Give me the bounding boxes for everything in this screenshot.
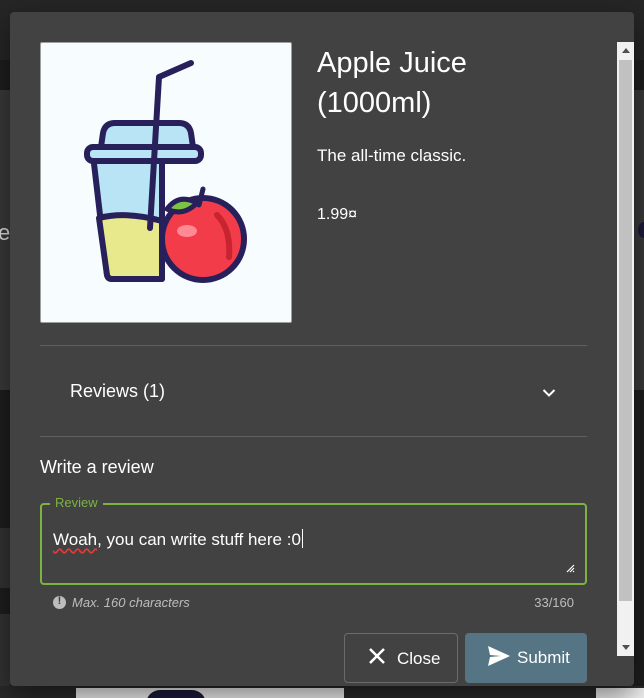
juice-cup-with-apple-icon <box>84 60 247 283</box>
submit-button[interactable]: Submit <box>465 633 587 683</box>
chevron-down-icon <box>542 389 556 397</box>
scroll-up-arrow-icon[interactable] <box>617 42 634 59</box>
divider <box>40 436 587 437</box>
info-icon <box>53 595 66 609</box>
product-image <box>40 42 292 323</box>
close-button[interactable]: Close <box>344 633 458 683</box>
character-counter: 33/160 <box>534 595 574 610</box>
scrollbar-thumb[interactable] <box>619 60 632 601</box>
dialog-content: Apple Juice (1000ml) The all-time classi… <box>10 12 616 686</box>
background-text-fragment: e <box>0 220 11 245</box>
review-textarea-value[interactable]: Woah, you can write stuff here :0 <box>53 529 303 550</box>
misspelled-word: Woah <box>53 530 98 549</box>
review-textarea[interactable]: Review Woah, you can write stuff here :0 <box>40 495 587 585</box>
reviews-expander[interactable]: Reviews (1) <box>40 346 587 436</box>
send-icon <box>488 646 510 666</box>
product-description: The all-time classic. <box>317 146 467 165</box>
write-review-heading: Write a review <box>40 457 154 477</box>
reviews-label: Reviews (1) <box>70 381 166 401</box>
product-price: 1.99¤ <box>317 206 358 223</box>
product-title: Apple Juice (1000ml) <box>317 47 467 119</box>
background-image-fragment <box>638 222 644 238</box>
review-field-label: Review <box>50 495 103 510</box>
product-dialog: Apple Juice (1000ml) The all-time classi… <box>10 12 634 686</box>
close-icon <box>369 648 385 664</box>
background-card-left-lower <box>0 528 10 588</box>
review-text-rest: , you can write stuff here :0 <box>97 530 301 549</box>
close-button-label: Close <box>397 649 441 668</box>
background-product-card <box>76 688 344 698</box>
background-product-card-2 <box>596 688 644 698</box>
dialog-scrollbar[interactable] <box>617 42 634 656</box>
text-caret <box>301 529 303 548</box>
background-card-left-bottom <box>0 614 10 686</box>
review-hint: Max. 160 characters <box>72 595 190 610</box>
submit-button-label: Submit <box>517 648 570 667</box>
review-hint-row: Max. 160 characters 33/160 <box>53 594 587 612</box>
background-card-right <box>634 90 644 390</box>
scroll-down-arrow-icon[interactable] <box>617 639 634 656</box>
resize-grip-icon[interactable] <box>566 564 575 573</box>
